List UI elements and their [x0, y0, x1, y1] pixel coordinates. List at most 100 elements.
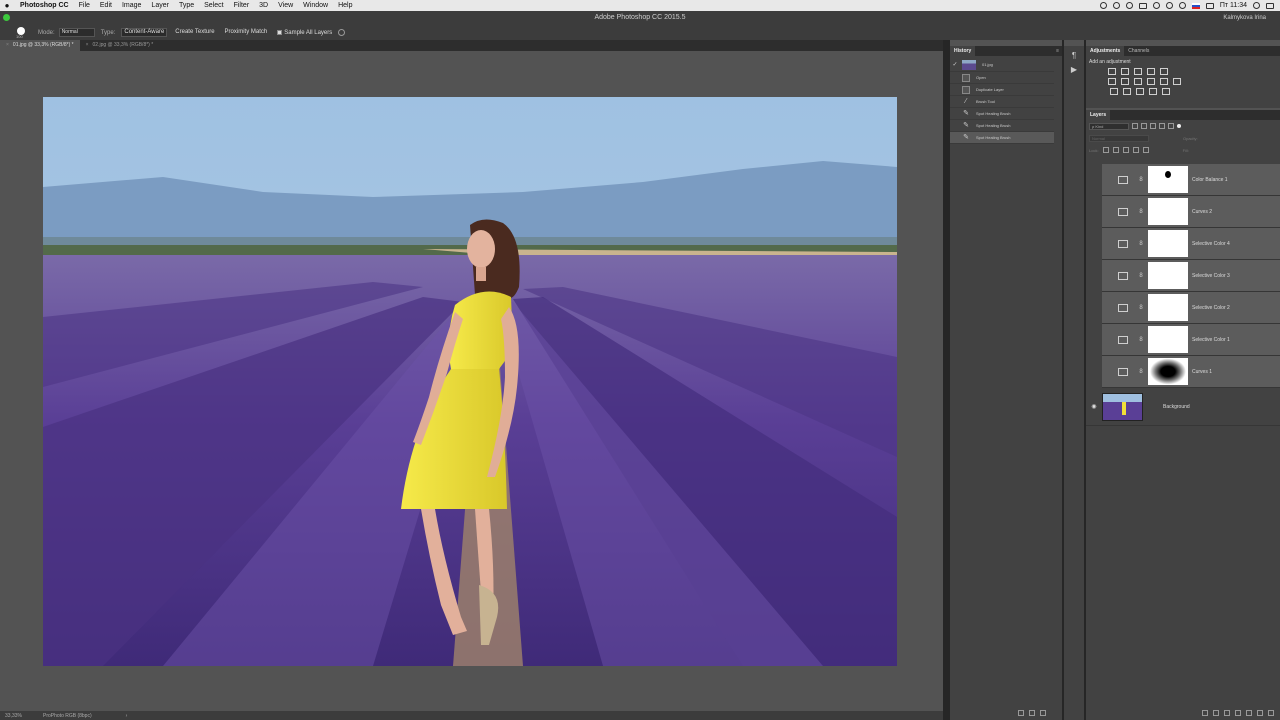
layer-row[interactable]: 8 Selective Color 1 — [1102, 324, 1280, 356]
screen-icon[interactable] — [1138, 2, 1147, 9]
channel-mixer-icon[interactable] — [1160, 78, 1168, 85]
menu-3d[interactable]: 3D — [259, 2, 268, 9]
brush-preset-picker[interactable]: 100 — [12, 25, 32, 40]
search-icon[interactable] — [1253, 2, 1260, 9]
selective-color-icon[interactable] — [1118, 271, 1128, 280]
add-mask-icon[interactable] — [1224, 710, 1230, 716]
history-item[interactable]: ✎ Spot Healing Brush — [950, 108, 1054, 120]
filter-toggle-icon[interactable] — [1177, 124, 1181, 128]
history-item[interactable]: ⁄ Brush Tool — [950, 96, 1054, 108]
flag-icon[interactable] — [1191, 2, 1200, 9]
layer-name[interactable]: Color Balance 1 — [1192, 177, 1228, 183]
invert-icon[interactable] — [1110, 88, 1118, 95]
history-snapshot[interactable]: ✓ 01.jpg — [950, 58, 1054, 72]
color-balance-icon[interactable] — [1121, 78, 1129, 85]
layer-name[interactable]: Background — [1163, 404, 1190, 410]
layer-mask-thumbnail[interactable] — [1148, 230, 1188, 257]
layer-row[interactable]: 8 Selective Color 4 — [1102, 228, 1280, 260]
link-icon[interactable]: 8 — [1138, 273, 1144, 279]
bluetooth-icon[interactable] — [1165, 2, 1173, 9]
layer-name[interactable]: Selective Color 2 — [1192, 305, 1230, 311]
layer-mask-thumbnail[interactable] — [1148, 326, 1188, 353]
curves-icon[interactable] — [1118, 367, 1128, 376]
check-icon[interactable] — [1125, 2, 1133, 9]
menu-filter[interactable]: Filter — [234, 2, 250, 9]
layer-name[interactable]: Selective Color 1 — [1192, 337, 1230, 343]
link-layers-icon[interactable] — [1202, 710, 1208, 716]
layer-row[interactable]: 8 Curves 1 — [1102, 356, 1280, 388]
threshold-icon[interactable] — [1136, 88, 1144, 95]
sync-icon[interactable] — [1112, 2, 1120, 9]
link-icon[interactable]: 8 — [1138, 177, 1144, 183]
lock-all-icon[interactable] — [1142, 147, 1149, 153]
smart-object-filter-icon[interactable] — [1168, 123, 1174, 129]
type-filter-icon[interactable] — [1150, 123, 1156, 129]
layer-mask-thumbnail[interactable] — [1148, 166, 1188, 193]
eye-icon[interactable]: ◉ — [1089, 403, 1099, 410]
color-balance-icon[interactable] — [1118, 175, 1128, 184]
canvas-area[interactable] — [0, 51, 943, 711]
fx-icon[interactable] — [1213, 710, 1219, 716]
vibrance-icon[interactable] — [1160, 68, 1168, 75]
app-menu[interactable]: Photoshop CC — [20, 2, 69, 9]
lock-position-icon[interactable] — [1122, 147, 1129, 153]
panel-menu-icon[interactable]: ≡ — [1056, 48, 1059, 54]
new-document-from-state-icon[interactable] — [1018, 710, 1024, 716]
blend-mode-select[interactable]: Normal — [1089, 134, 1149, 142]
actions-play-icon[interactable]: ▶ — [1069, 66, 1079, 74]
proximity-match-option[interactable]: Proximity Match — [223, 28, 270, 37]
layer-row[interactable]: 8 Selective Color 2 — [1102, 292, 1280, 324]
volume-icon[interactable] — [1152, 2, 1160, 9]
history-item[interactable]: Duplicate Layer — [950, 84, 1054, 96]
mode-select[interactable]: Normal — [58, 28, 95, 37]
pressure-size-icon[interactable] — [338, 29, 346, 36]
levels-icon[interactable] — [1121, 68, 1129, 75]
pixel-filter-icon[interactable] — [1132, 123, 1138, 129]
hue-saturation-icon[interactable] — [1108, 78, 1116, 85]
history-brush-source-icon[interactable]: ✓ — [950, 61, 960, 68]
history-item-selected[interactable]: ✎ Spot Healing Brush — [950, 132, 1054, 144]
record-icon[interactable] — [1099, 2, 1107, 9]
user-name[interactable]: Kalmykova Irina — [1223, 15, 1266, 21]
gradient-map-icon[interactable] — [1162, 88, 1170, 95]
layer-name[interactable]: Selective Color 4 — [1192, 241, 1230, 247]
tab-history[interactable]: History — [950, 46, 976, 56]
trash-icon[interactable] — [1268, 710, 1274, 716]
menu-layer[interactable]: Layer — [151, 2, 169, 9]
history-item[interactable]: ✎ Spot Healing Brush — [950, 120, 1054, 132]
lock-pixels-icon[interactable] — [1112, 147, 1119, 153]
menu-window[interactable]: Window — [303, 2, 328, 9]
color-lookup-icon[interactable] — [1173, 78, 1181, 85]
create-texture-option[interactable]: Create Texture — [173, 28, 216, 37]
curves-icon[interactable] — [1118, 207, 1128, 216]
document-image[interactable] — [43, 97, 897, 666]
tab-01-jpg[interactable]: × 01.jpg @ 33,3% (RGB/8*) * — [0, 40, 80, 51]
menu-file[interactable]: File — [79, 2, 90, 9]
link-icon[interactable]: 8 — [1138, 369, 1144, 375]
layer-row[interactable]: 8 Curves 2 — [1102, 196, 1280, 228]
panel-divider[interactable] — [943, 40, 950, 720]
menu-edit[interactable]: Edit — [100, 2, 112, 9]
layer-name[interactable]: Selective Color 3 — [1192, 273, 1230, 279]
photo-filter-icon[interactable] — [1147, 78, 1155, 85]
menu-help[interactable]: Help — [338, 2, 352, 9]
zoom-level[interactable]: 33,33% — [5, 713, 35, 719]
menu-view[interactable]: View — [278, 2, 293, 9]
tab-02-jpg[interactable]: × 02.jpg @ 33,3% (RGB/8*) * — [80, 40, 160, 51]
tab-channels[interactable]: Channels — [1124, 46, 1153, 56]
adjustment-filter-icon[interactable] — [1141, 123, 1147, 129]
new-group-icon[interactable] — [1246, 710, 1252, 716]
link-icon[interactable]: 8 — [1138, 241, 1144, 247]
new-adjustment-layer-icon[interactable] — [1235, 710, 1241, 716]
lock-transparent-icon[interactable] — [1102, 147, 1109, 153]
trash-icon[interactable] — [1040, 710, 1046, 716]
link-icon[interactable]: 8 — [1138, 209, 1144, 215]
posterize-icon[interactable] — [1123, 88, 1131, 95]
new-layer-icon[interactable] — [1257, 710, 1263, 716]
layer-name[interactable]: Curves 1 — [1192, 369, 1212, 375]
black-white-icon[interactable] — [1134, 78, 1142, 85]
selective-color-icon[interactable] — [1118, 239, 1128, 248]
battery-icon[interactable] — [1205, 2, 1214, 9]
menu-select[interactable]: Select — [204, 2, 223, 9]
kind-filter-select[interactable]: ρ Kind — [1089, 122, 1129, 130]
